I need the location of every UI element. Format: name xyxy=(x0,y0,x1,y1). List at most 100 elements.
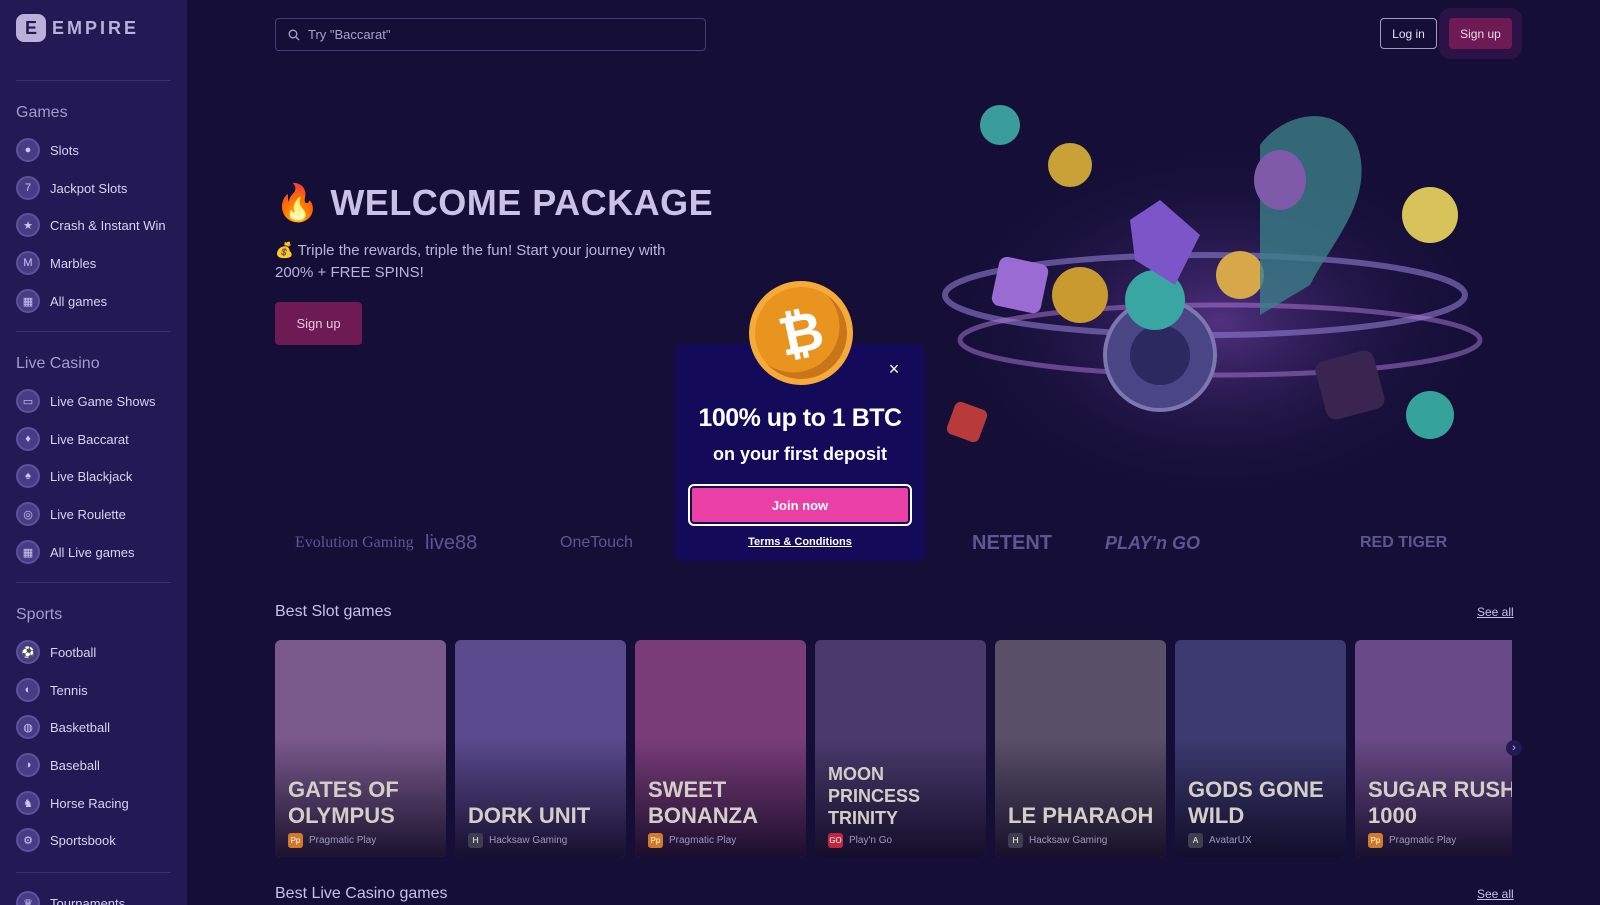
sidebar-divider xyxy=(16,331,171,332)
card-icon: ♠ xyxy=(16,464,40,488)
signup-button[interactable]: Sign up xyxy=(1449,18,1512,49)
sidebar-item-crash-instant-win[interactable]: ★ Crash & Instant Win xyxy=(16,212,166,238)
provider-badge-icon: H xyxy=(468,833,483,848)
game-card[interactable]: Gates of Olympus Pp Pragmatic Play xyxy=(275,640,446,857)
provider-badge-icon: Pp xyxy=(288,833,303,848)
sidebar-item-slots[interactable]: ● Slots xyxy=(16,137,79,163)
sidebar-item-tennis[interactable]: ◐ Tennis xyxy=(16,677,88,703)
trophy-icon: ♛ xyxy=(16,891,40,905)
game-card[interactable]: Dork Unit H Hacksaw Gaming xyxy=(455,640,626,857)
sidebar-item-label: Tournaments xyxy=(50,895,126,905)
sidebar-item-tournaments[interactable]: ♛ Tournaments xyxy=(16,890,125,905)
see-all-live-link[interactable]: See all xyxy=(1477,887,1514,901)
provider-logo[interactable]: RED TIGER xyxy=(1360,522,1447,564)
game-provider: GO Play'n Go xyxy=(828,833,892,848)
provider-logo[interactable]: NETENT xyxy=(972,522,1052,564)
slot-games-row: Gates of Olympus Pp Pragmatic Play Dork … xyxy=(275,640,1512,857)
game-title: Gates of Olympus xyxy=(288,777,399,828)
sidebar-item-football[interactable]: ⚽ Football xyxy=(16,639,96,665)
sidebar-section-games: Games xyxy=(16,104,68,121)
game-card[interactable]: Le Pharaoh H Hacksaw Gaming xyxy=(995,640,1166,857)
close-icon[interactable]: × xyxy=(886,360,902,378)
marbles-icon: M xyxy=(16,251,40,275)
sidebar-item-sportsbook[interactable]: ⚙ Sportsbook xyxy=(16,827,116,853)
hero-title: 🔥 WELCOME PACKAGE xyxy=(275,182,713,224)
provider-logo[interactable]: live88 xyxy=(425,522,477,564)
sidebar-item-live-baccarat[interactable]: ♦ Live Baccarat xyxy=(16,426,129,452)
basketball-icon: ◍ xyxy=(16,715,40,739)
cherry-icon: ● xyxy=(16,138,40,162)
sidebar-item-label: Baseball xyxy=(50,757,100,773)
game-title: Gods Gone Wild xyxy=(1188,777,1324,828)
game-card[interactable]: Moon Princess Trinity GO Play'n Go xyxy=(815,640,986,857)
logo[interactable]: E EMPIRE xyxy=(16,14,139,42)
section-title-live-casino: Best Live Casino games xyxy=(275,885,448,902)
sidebar-item-horse-racing[interactable]: ♞ Horse Racing xyxy=(16,790,129,816)
game-provider-name: Pragmatic Play xyxy=(669,835,737,846)
game-card[interactable]: Sugar Rush 1000 Pp Pragmatic Play xyxy=(1355,640,1512,857)
logo-text: EMPIRE xyxy=(52,17,140,38)
sidebar-item-baseball[interactable]: ◑ Baseball xyxy=(16,752,100,778)
terms-link[interactable]: Terms & Conditions xyxy=(675,536,925,548)
sidebar-item-label: Football xyxy=(50,644,97,660)
provider-badge-icon: GO xyxy=(828,833,843,848)
sidebar-item-all-live-games[interactable]: ▦ All Live games xyxy=(16,539,135,565)
sidebar-divider xyxy=(16,582,171,583)
logo-mark-icon: E xyxy=(16,14,46,42)
provider-badge-icon: H xyxy=(1008,833,1023,848)
sidebar-item-label: Marbles xyxy=(50,255,97,271)
sidebar-section-sports: Sports xyxy=(16,606,63,623)
horse-icon: ♞ xyxy=(16,791,40,815)
sidebar-divider xyxy=(16,80,171,81)
grid-icon: ▦ xyxy=(16,540,40,564)
provider-logo[interactable]: OneTouch xyxy=(560,522,633,564)
game-provider: H Hacksaw Gaming xyxy=(468,833,567,848)
sidebar-item-label: Sportsbook xyxy=(50,832,116,848)
provider-logo[interactable]: PLAY'n GO xyxy=(1105,522,1200,564)
sidebar-item-basketball[interactable]: ◍ Basketball xyxy=(16,714,110,740)
tv-icon: ▭ xyxy=(16,389,40,413)
chevron-right-icon[interactable]: › xyxy=(1506,740,1522,756)
join-now-button[interactable]: Join now xyxy=(688,484,912,526)
sidebar-item-label: Horse Racing xyxy=(50,795,129,811)
game-title: Moon Princess Trinity xyxy=(828,764,921,828)
sidebar-item-label: Tennis xyxy=(50,682,88,698)
sidebar-item-label: All games xyxy=(50,293,108,309)
game-card[interactable]: Gods Gone Wild A AvatarUX xyxy=(1175,640,1346,857)
game-card[interactable]: Sweet Bonanza Pp Pragmatic Play xyxy=(635,640,806,857)
sidebar-item-live-roulette[interactable]: ◎ Live Roulette xyxy=(16,501,126,527)
modal-headline: 100% up to 1 BTC xyxy=(698,404,902,432)
hero-signup-button[interactable]: Sign up xyxy=(275,302,362,345)
search-bar[interactable] xyxy=(275,18,706,51)
game-provider: A AvatarUX xyxy=(1188,833,1252,848)
game-provider-name: AvatarUX xyxy=(1209,835,1252,846)
see-all-slots-link[interactable]: See all xyxy=(1477,605,1514,619)
sidebar: E EMPIRE Games ● Slots 7 Jackpot Slots ★… xyxy=(0,0,187,905)
sidebar-item-label: Jackpot Slots xyxy=(50,180,128,196)
game-provider-name: Pragmatic Play xyxy=(309,835,377,846)
sidebar-item-label: Slots xyxy=(50,142,79,158)
sidebar-item-label: Live Game Shows xyxy=(50,393,156,409)
game-provider-name: Pragmatic Play xyxy=(1389,835,1457,846)
game-provider: H Hacksaw Gaming xyxy=(1008,833,1107,848)
hero-subtitle: 💰 Triple the rewards, triple the fun! St… xyxy=(275,242,666,281)
sidebar-item-jackpot-slots[interactable]: 7 Jackpot Slots xyxy=(16,175,127,201)
game-provider-name: Play'n Go xyxy=(849,835,893,846)
sidebar-item-label: Crash & Instant Win xyxy=(50,217,166,233)
sidebar-item-all-games[interactable]: ▦ All games xyxy=(16,288,107,314)
game-title: Sweet Bonanza xyxy=(648,777,758,828)
game-title: Le Pharaoh xyxy=(1008,803,1154,828)
tennis-icon: ◐ xyxy=(16,678,40,702)
provider-logo[interactable]: Evolution Gaming xyxy=(295,522,414,564)
search-input[interactable] xyxy=(308,27,688,42)
search-icon xyxy=(288,29,300,40)
sidebar-item-live-game-shows[interactable]: ▭ Live Game Shows xyxy=(16,388,156,414)
sidebar-item-live-blackjack[interactable]: ♠ Live Blackjack xyxy=(16,463,132,489)
sidebar-item-label: Live Baccarat xyxy=(50,431,129,447)
game-provider-name: Hacksaw Gaming xyxy=(1029,835,1108,846)
login-button[interactable]: Log in xyxy=(1380,18,1437,49)
seven-icon: 7 xyxy=(16,176,40,200)
baccarat-icon: ♦ xyxy=(16,427,40,451)
sidebar-item-marbles[interactable]: M Marbles xyxy=(16,250,96,276)
star-icon: ★ xyxy=(16,213,40,237)
